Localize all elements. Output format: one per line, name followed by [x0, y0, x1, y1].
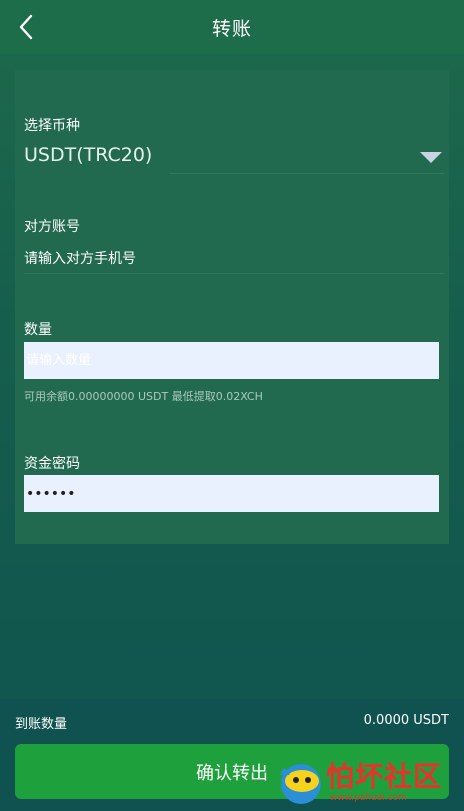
- back-button[interactable]: [12, 13, 40, 41]
- currency-value: USDT(TRC20): [24, 144, 153, 166]
- chevron-left-icon: [19, 14, 33, 40]
- watermark-logo: 怕坏社区 www.pahuai.com: [274, 753, 458, 809]
- currency-label: 选择币种: [24, 118, 80, 134]
- arrive-amount-label: 到账数量: [15, 717, 68, 732]
- watermark-url: www.pahuai.com: [330, 793, 407, 803]
- amount-label: 数量: [24, 322, 52, 338]
- account-label: 对方账号: [24, 219, 80, 235]
- currency-select[interactable]: USDT(TRC20): [24, 142, 444, 174]
- account-input[interactable]: [24, 244, 444, 274]
- mascot-icon: [280, 764, 321, 804]
- page-title: 转账: [211, 17, 252, 40]
- password-input[interactable]: [24, 475, 439, 512]
- bottom-bar: 到账数量 0.0000 USDT 确认转出 怕坏社区 www.pahuai.co…: [0, 699, 464, 811]
- password-label: 资金密码: [24, 456, 80, 472]
- transfer-form: 选择币种 USDT(TRC20) 对方账号 数量 可用余额0.00000000 …: [15, 70, 449, 544]
- app-header: 转账: [0, 0, 464, 54]
- balance-hint: 可用余额0.00000000 USDT 最低提取0.02XCH: [24, 390, 263, 403]
- caret-down-icon: [420, 152, 442, 163]
- watermark-text: 怕坏社区: [326, 760, 443, 793]
- select-underline: [169, 173, 444, 174]
- amount-input[interactable]: [24, 342, 439, 379]
- arrive-amount-value: 0.0000 USDT: [363, 713, 449, 728]
